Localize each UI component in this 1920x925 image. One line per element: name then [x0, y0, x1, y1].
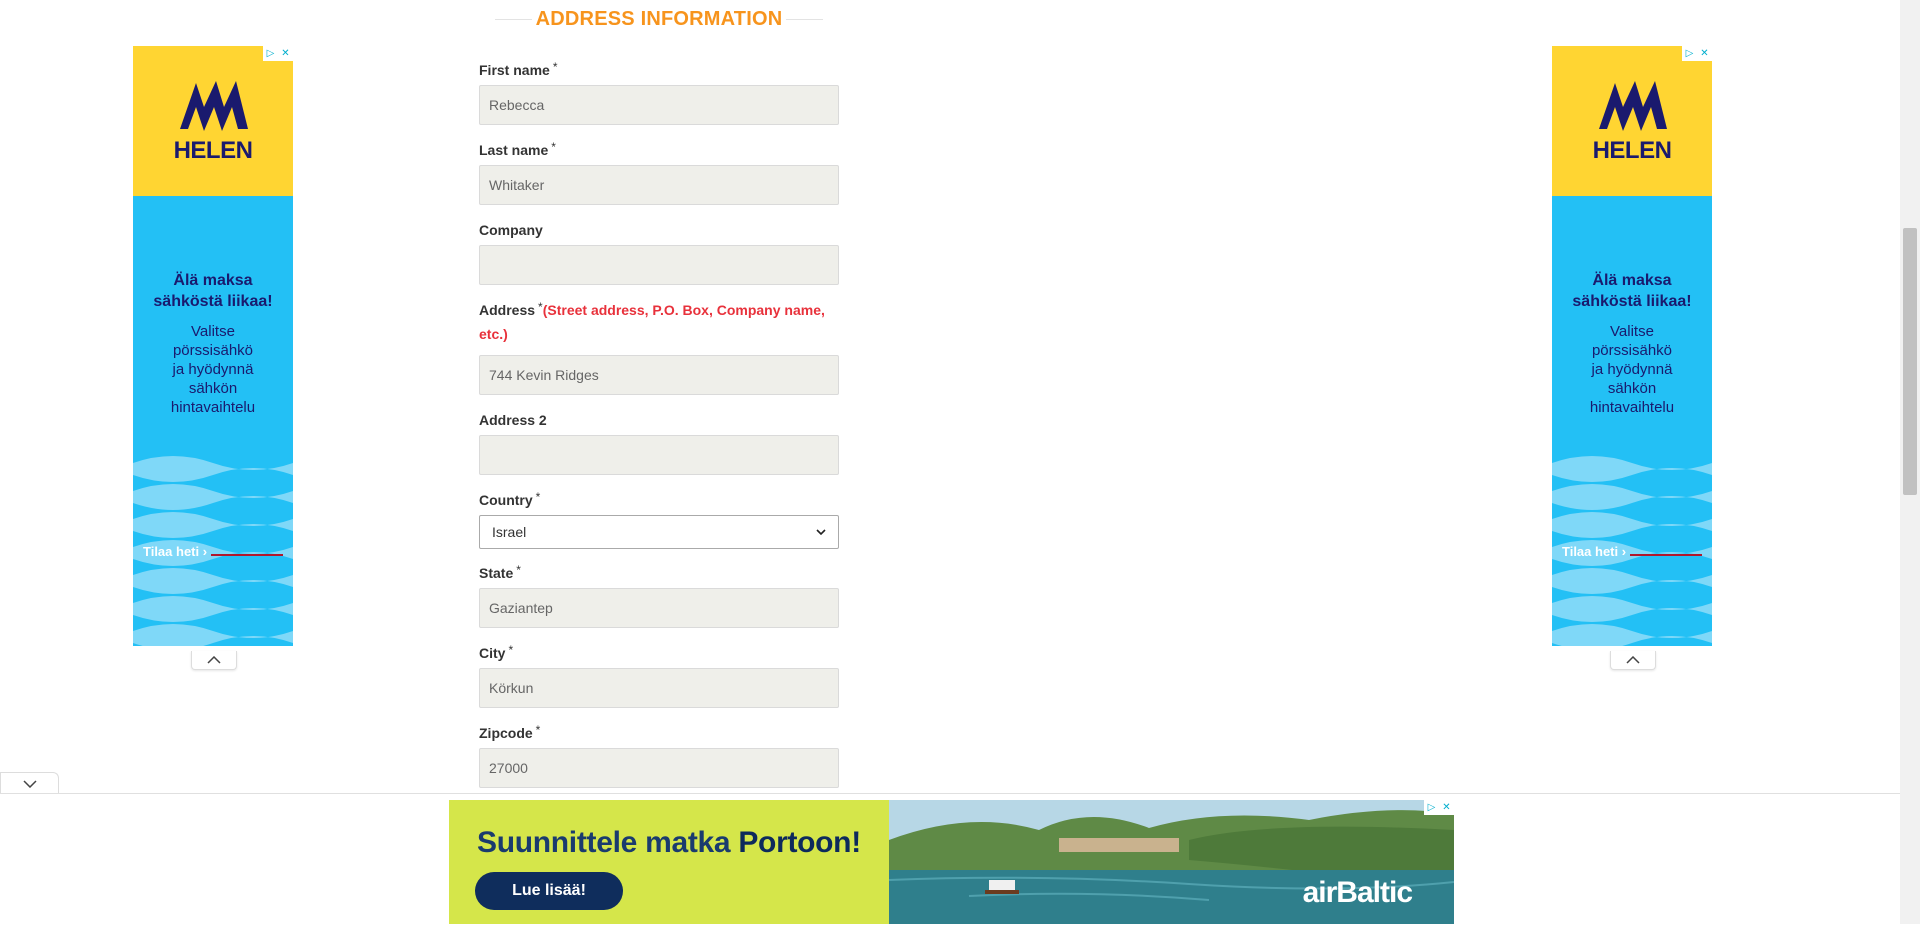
chevron-up-icon [1626, 656, 1640, 664]
required-marker: * [552, 60, 558, 74]
scrollbar-thumb[interactable] [1903, 228, 1917, 495]
required-marker: * [508, 643, 514, 657]
ad-brand-panel: HELEN [133, 46, 293, 196]
helen-logo-icon [180, 81, 248, 131]
banner-headline: Suunnittele matka Portoon! [477, 826, 861, 859]
close-icon[interactable]: ✕ [1697, 46, 1712, 61]
chevron-down-icon [22, 780, 37, 788]
ad-brand-name: HELEN [1592, 137, 1672, 164]
ad-headline: Älä maksa sähköstä liikaa! [153, 272, 273, 310]
required-marker: * [538, 300, 543, 314]
page-scrollbar[interactable] [1900, 0, 1920, 924]
ad-cta-link[interactable]: Tilaa heti › [1562, 544, 1626, 559]
ad-choices: ▷ ✕ [1682, 46, 1712, 61]
address-input[interactable] [479, 355, 839, 395]
bottom-banner-ad[interactable]: Suunnittele matka Portoon! Lue lisää! ai… [449, 800, 1454, 924]
first-name-label: First name * [479, 60, 558, 78]
first-name-input[interactable] [479, 85, 839, 125]
ad-headline: Älä maksa sähköstä liikaa! [1572, 272, 1692, 310]
ad-copy: Valitse pörssisähkö ja hyödynnä sähkön hint… [170, 323, 256, 416]
left-side-ad[interactable]: HELEN Älä maksa sähköstä liikaa! Valitse … [133, 46, 293, 646]
country-label: Country * [479, 490, 541, 508]
divider [495, 18, 532, 20]
ad-copy: Valitse pörssisähkö ja hyödynnä sähkön hint… [1589, 323, 1675, 416]
ad-cta-link[interactable]: Tilaa heti › [143, 544, 207, 559]
ad-cta-underline [211, 554, 283, 556]
ad-cta-underline [1630, 554, 1702, 556]
company-label: Company [479, 222, 543, 238]
right-side-ad[interactable]: HELEN Älä maksa sähköstä liikaa! Valitse … [1552, 46, 1712, 646]
read-more-button[interactable]: Lue lisää! [475, 872, 623, 910]
ad-brand-panel: HELEN [1552, 46, 1712, 196]
address-label: Address *(Street address, P.O. Box, Compa… [479, 300, 825, 342]
ad-info-icon[interactable]: ▷ [263, 46, 278, 61]
zipcode-label: Zipcode * [479, 723, 541, 741]
divider [786, 18, 824, 20]
required-marker: * [535, 490, 541, 504]
city-label: City * [479, 643, 514, 661]
address-2-input[interactable] [479, 435, 839, 475]
helen-logo-icon [1599, 81, 1667, 131]
ad-choices: ▷ ✕ [263, 46, 293, 61]
ad-brand-name: HELEN [173, 137, 253, 164]
state-input[interactable] [479, 588, 839, 628]
section-header: ADDRESS INFORMATION [495, 0, 824, 38]
ad-choices: ▷ ✕ [1424, 800, 1454, 815]
section-title: ADDRESS INFORMATION [535, 7, 783, 30]
last-name-input[interactable] [479, 165, 839, 205]
close-icon[interactable]: ✕ [1439, 800, 1454, 815]
ad-info-icon[interactable]: ▷ [1682, 46, 1697, 61]
left-ad-collapse-button[interactable] [191, 651, 237, 670]
close-icon[interactable]: ✕ [278, 46, 293, 61]
airbaltic-logo: airBaltic [1302, 876, 1413, 909]
ad-info-icon[interactable]: ▷ [1424, 800, 1439, 815]
chevron-down-icon [816, 529, 826, 536]
state-label: State * [479, 563, 521, 581]
address-2-label: Address 2 [479, 412, 547, 428]
right-ad-collapse-button[interactable] [1610, 651, 1656, 670]
country-select[interactable]: Israel [479, 515, 839, 549]
required-marker: * [535, 723, 541, 737]
country-selected-value: Israel [492, 524, 527, 540]
required-marker: * [551, 140, 556, 154]
bottom-ad-toggle-button[interactable] [0, 772, 59, 795]
chevron-up-icon [207, 656, 221, 664]
required-marker: * [516, 563, 521, 577]
last-name-label: Last name * [479, 140, 556, 158]
city-input[interactable] [479, 668, 839, 708]
company-input[interactable] [479, 245, 839, 285]
zipcode-input[interactable] [479, 748, 839, 788]
